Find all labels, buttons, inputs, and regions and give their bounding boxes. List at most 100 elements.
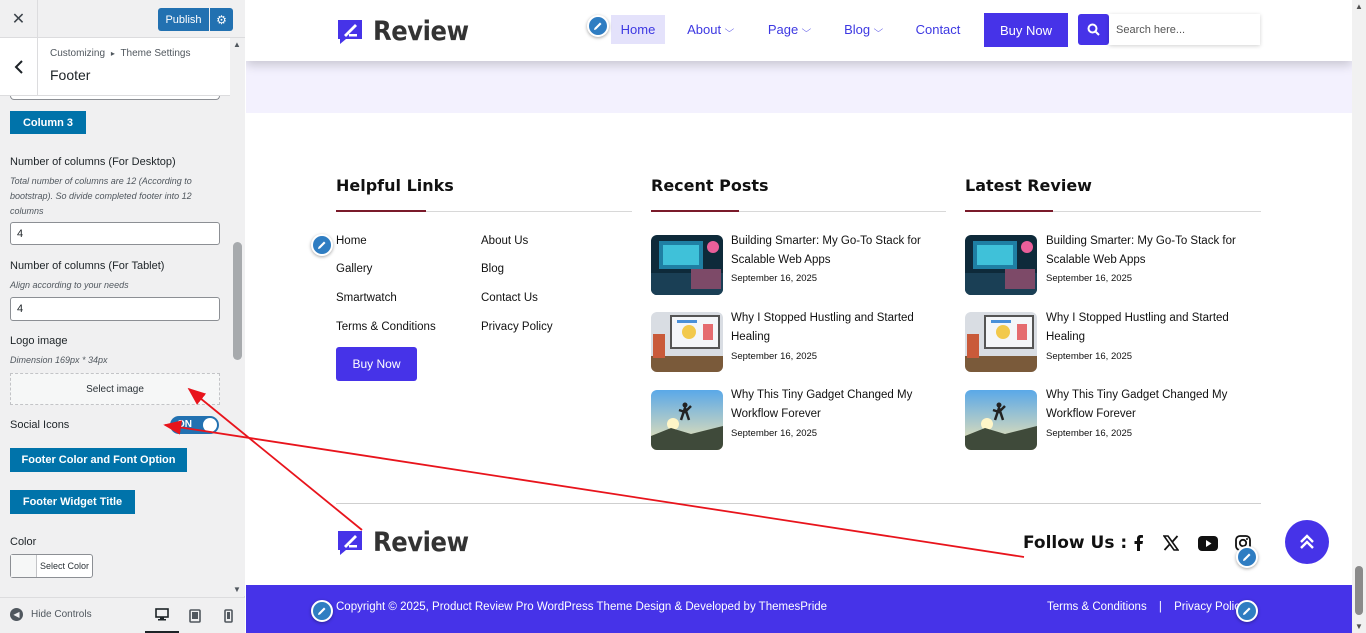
desktop-columns-input[interactable]: 4: [10, 222, 220, 245]
post-date: September 16, 2025: [1046, 273, 1133, 284]
nav-page[interactable]: Page ⌵: [764, 15, 814, 44]
site-logo[interactable]: Review: [336, 16, 479, 47]
section-title: Footer: [50, 67, 91, 83]
post-title[interactable]: Why I Stopped Hustling and Started Heali…: [1046, 309, 1261, 347]
close-customizer-button[interactable]: ✕: [0, 0, 38, 38]
post-thumbnail[interactable]: [651, 235, 723, 295]
bottom-link-terms[interactable]: Terms & Conditions: [1047, 601, 1147, 613]
link-separator: |: [1158, 601, 1162, 613]
preview-scrollbar-thumb[interactable]: [1355, 566, 1363, 615]
select-logo-image-button[interactable]: Select image: [10, 373, 220, 405]
scroll-to-top-button[interactable]: [1285, 520, 1329, 564]
desktop-icon: [155, 608, 169, 621]
bottom-links: Terms & Conditions | Privacy Policy: [1047, 601, 1246, 613]
latest-review-title: Latest Review: [965, 176, 1092, 195]
post-thumbnail[interactable]: [965, 390, 1037, 450]
footer-link-blog[interactable]: Blog: [481, 263, 504, 275]
footer-logo[interactable]: Review: [336, 527, 479, 558]
tablet-columns-input[interactable]: 4: [10, 297, 220, 321]
edit-shortcut-pencil-icon[interactable]: [1236, 600, 1258, 622]
breadcrumb-parent: Theme Settings: [120, 48, 191, 59]
post-title[interactable]: Building Smarter: My Go-To Stack for Sca…: [731, 232, 946, 270]
post-date: September 16, 2025: [731, 351, 818, 362]
color-swatch: [11, 555, 37, 577]
nav-label: About: [687, 22, 722, 37]
preview-scrollbar[interactable]: ▲ ▼: [1352, 0, 1366, 633]
collapse-icon: ◀: [10, 608, 23, 621]
edit-shortcut-pencil-icon[interactable]: [311, 600, 333, 622]
edit-shortcut-pencil-icon[interactable]: [587, 15, 609, 37]
nav-label: Page: [767, 22, 799, 37]
search-input[interactable]: [1109, 14, 1260, 45]
header-buy-now-button[interactable]: Buy Now: [984, 13, 1068, 47]
footer-widget-title-button[interactable]: Footer Widget Title: [10, 490, 135, 514]
post-title[interactable]: Why This Tiny Gadget Changed My Workflow…: [1046, 386, 1261, 424]
helpful-links-title: Helpful Links: [336, 176, 454, 195]
publish-button[interactable]: Publish: [158, 8, 209, 31]
select-color-button[interactable]: Select Color: [10, 554, 93, 578]
column-3-button[interactable]: Column 3: [10, 111, 86, 134]
post-thumbnail[interactable]: [651, 312, 723, 372]
footer-color-font-button[interactable]: Footer Color and Font Option: [10, 448, 187, 472]
post-title[interactable]: Building Smarter: My Go-To Stack for Sca…: [1046, 232, 1261, 270]
post-date: September 16, 2025: [731, 428, 818, 439]
nav-about[interactable]: About ⌵: [682, 15, 738, 44]
partial-text-field[interactable]: [10, 96, 220, 100]
search-button[interactable]: [1078, 14, 1109, 45]
footer-link-terms[interactable]: Terms & Conditions: [336, 321, 436, 333]
footer-link-home[interactable]: Home: [336, 235, 367, 247]
site-preview: Review Home About ⌵ Page ⌵ Blog ⌵ Contac…: [246, 0, 1352, 633]
follow-us-label: Follow Us :: [1023, 533, 1128, 553]
customizer-sidebar: ✕ Publish ⚙ Customizing ▸ Theme Settings…: [0, 0, 245, 633]
scroll-up-arrow-icon[interactable]: ▲: [233, 40, 241, 49]
scroll-up-arrow-icon[interactable]: ▲: [1355, 2, 1363, 11]
social-icons-toggle[interactable]: ON: [170, 416, 219, 434]
mobile-preview-button[interactable]: [211, 598, 245, 633]
search-icon: [1087, 23, 1100, 36]
desktop-columns-description: Total number of columns are 12 (Accordin…: [10, 176, 192, 216]
copyright-bar: Copyright © 2025, Product Review Pro Wor…: [246, 585, 1352, 633]
sidebar-scrollbar-thumb[interactable]: [233, 242, 242, 360]
post-thumbnail[interactable]: [651, 390, 723, 450]
breadcrumb-separator: ▸: [110, 49, 115, 58]
scroll-down-arrow-icon[interactable]: ▼: [1355, 622, 1363, 631]
post-title[interactable]: Why I Stopped Hustling and Started Heali…: [731, 309, 946, 347]
hide-controls-button[interactable]: ◀ Hide Controls: [10, 608, 92, 621]
post-thumbnail[interactable]: [965, 312, 1037, 372]
logo-mark-icon: [338, 530, 362, 555]
footer-link-contact-us[interactable]: Contact Us: [481, 292, 538, 304]
bottom-link-privacy[interactable]: Privacy Policy: [1174, 601, 1246, 613]
publish-settings-button[interactable]: ⚙: [210, 8, 233, 31]
x-twitter-icon[interactable]: [1160, 532, 1182, 554]
footer-link-gallery[interactable]: Gallery: [336, 263, 372, 275]
scroll-down-arrow-icon[interactable]: ▼: [233, 585, 241, 594]
tablet-preview-button[interactable]: [178, 598, 212, 633]
mobile-icon: [223, 609, 233, 623]
desktop-columns-label: Number of columns (For Desktop): [10, 156, 176, 168]
nav-home[interactable]: Home: [611, 15, 665, 44]
back-button[interactable]: [0, 38, 38, 96]
footer-divider: [336, 503, 1261, 504]
nav-contact[interactable]: Contact: [910, 15, 966, 44]
post-title[interactable]: Why This Tiny Gadget Changed My Workflow…: [731, 386, 946, 424]
footer-link-about-us[interactable]: About Us: [481, 235, 528, 247]
post-thumbnail[interactable]: [965, 235, 1037, 295]
nav-blog[interactable]: Blog ⌵: [839, 15, 887, 44]
breadcrumb: Customizing ▸ Theme Settings: [50, 48, 190, 59]
post-date: September 16, 2025: [1046, 351, 1133, 362]
logo-text: Review: [373, 16, 469, 47]
edit-shortcut-pencil-icon[interactable]: [311, 234, 333, 256]
chevron-down-icon: ⌵: [801, 24, 812, 34]
footer-link-smartwatch[interactable]: Smartwatch: [336, 292, 397, 304]
divider-accent: [965, 210, 1053, 212]
footer-link-privacy[interactable]: Privacy Policy: [481, 321, 553, 333]
divider-accent: [651, 210, 739, 212]
footer-buy-now-button[interactable]: Buy Now: [336, 347, 417, 381]
copyright-text: Copyright © 2025, Product Review Pro Wor…: [336, 601, 828, 613]
facebook-icon[interactable]: [1127, 532, 1149, 554]
chevron-down-icon: ⌵: [873, 24, 884, 34]
desktop-preview-button[interactable]: [145, 598, 179, 633]
sidebar-scrollbar[interactable]: ▲ ▼: [231, 38, 245, 596]
youtube-icon[interactable]: [1197, 532, 1219, 554]
edit-shortcut-pencil-icon[interactable]: [1236, 546, 1258, 568]
